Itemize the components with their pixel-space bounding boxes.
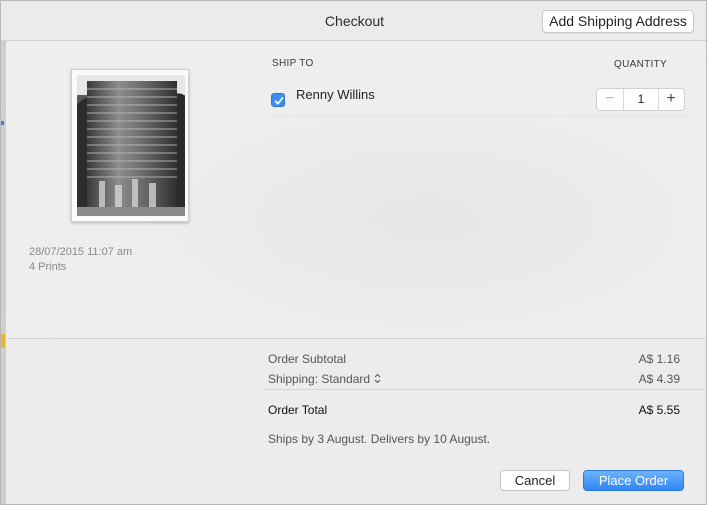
order-total-label: Order Total (268, 403, 328, 417)
section-divider (6, 338, 706, 339)
cancel-button[interactable]: Cancel (500, 470, 570, 491)
order-subtotal-value: A$ 1.16 (638, 352, 680, 366)
add-shipping-address-button[interactable]: Add Shipping Address (542, 10, 694, 33)
shipping-method-label: Shipping: Standard (268, 372, 371, 386)
quantity-value[interactable]: 1 (624, 89, 658, 110)
recipient-checkbox[interactable] (271, 93, 285, 107)
print-date: 28/07/2015 11:07 am (29, 246, 133, 258)
place-order-button[interactable]: Place Order (583, 470, 684, 491)
delivery-estimate: Ships by 3 August. Delivers by 10 August… (268, 432, 491, 446)
shipping-cost-value: A$ 4.39 (638, 372, 680, 386)
checkout-window: Checkout Add Shipping Address 28/07/2015… (0, 0, 707, 505)
quantity-heading: QUANTITY (614, 59, 667, 70)
title-bar: Checkout Add Shipping Address (1, 1, 706, 41)
print-count: 4 Prints (29, 261, 67, 273)
decrement-button[interactable]: − (597, 89, 623, 110)
quantity-stepper[interactable]: − 1 + (596, 88, 685, 111)
order-subtotal-label: Order Subtotal (268, 352, 347, 366)
print-photo (77, 75, 185, 216)
background-edge-mark (1, 334, 5, 348)
total-divider (263, 389, 703, 390)
recipient-name: Renny Willins (296, 87, 375, 102)
recipient-row-divider (271, 115, 691, 116)
increment-button[interactable]: + (658, 89, 684, 110)
background-edge-mark (1, 121, 4, 125)
up-down-chevron-icon (374, 373, 381, 387)
ship-to-heading: SHIP TO (272, 58, 314, 69)
checkmark-icon (274, 96, 284, 105)
shipping-method-select[interactable]: Shipping: Standard (268, 372, 381, 387)
print-thumbnail[interactable] (71, 69, 189, 222)
order-total-value: A$ 5.55 (638, 403, 680, 417)
